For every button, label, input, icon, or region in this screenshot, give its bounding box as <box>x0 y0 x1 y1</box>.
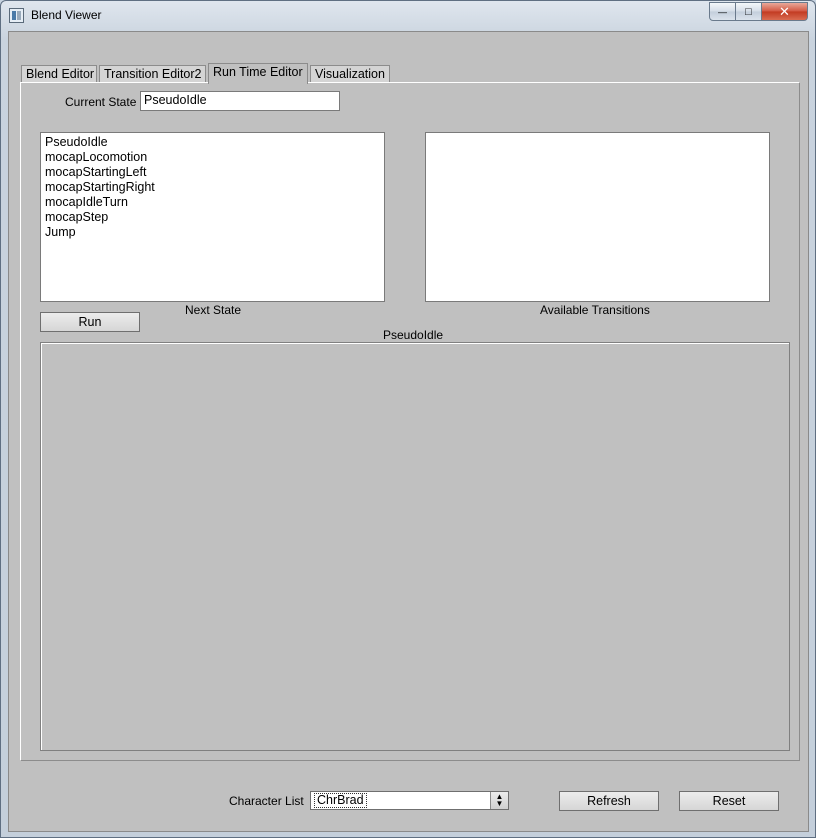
available-transitions-list[interactable] <box>425 132 770 302</box>
app-icon <box>9 8 24 23</box>
tab-transition-editor2[interactable]: Transition Editor2 <box>99 65 206 83</box>
list-item[interactable]: Jump <box>45 225 380 240</box>
close-button[interactable]: ✕ <box>762 2 808 21</box>
character-list-label: Character List <box>229 794 304 808</box>
blend-viewer-window: Blend Viewer — □ ✕ Blend Editor Transiti… <box>0 0 816 838</box>
viewport-title: PseudoIdle <box>383 328 444 342</box>
run-time-editor-panel: Current State PseudoIdle PseudoIdle moca… <box>20 82 800 761</box>
tab-blend-editor[interactable]: Blend Editor <box>21 65 97 83</box>
reset-button[interactable]: Reset <box>679 791 779 811</box>
list-item[interactable]: mocapStep <box>45 210 380 225</box>
tab-visualization[interactable]: Visualization <box>310 65 390 83</box>
maximize-icon: □ <box>745 5 752 18</box>
state-viewport[interactable] <box>40 342 790 751</box>
available-transitions-label: Available Transitions <box>540 303 650 317</box>
title-bar[interactable]: Blend Viewer — □ ✕ <box>1 1 815 31</box>
window-title: Blend Viewer <box>31 8 102 22</box>
character-selected-value: ChrBrad <box>314 793 367 808</box>
refresh-button[interactable]: Refresh <box>559 791 659 811</box>
maximize-button[interactable]: □ <box>736 2 762 21</box>
run-button[interactable]: Run <box>40 312 140 332</box>
minimize-button[interactable]: — <box>709 2 736 21</box>
tab-run-time-editor[interactable]: Run Time Editor <box>208 63 308 84</box>
minimize-icon: — <box>718 6 727 17</box>
list-item[interactable]: mocapStartingRight <box>45 180 380 195</box>
character-list-select[interactable]: ChrBrad ▲ ▼ <box>310 791 509 810</box>
list-item[interactable]: PseudoIdle <box>45 135 380 150</box>
current-state-label: Current State <box>65 95 137 109</box>
list-item[interactable]: mocapIdleTurn <box>45 195 380 210</box>
next-state-list[interactable]: PseudoIdle mocapLocomotion mocapStarting… <box>40 132 385 302</box>
current-state-field[interactable]: PseudoIdle <box>140 91 340 111</box>
caption-buttons: — □ ✕ <box>709 2 808 21</box>
list-item[interactable]: mocapLocomotion <box>45 150 380 165</box>
next-state-label: Next State <box>185 303 242 317</box>
client-area: Blend Editor Transition Editor2 Run Time… <box>8 31 809 832</box>
close-icon: ✕ <box>779 3 790 19</box>
list-item[interactable]: mocapStartingLeft <box>45 165 380 180</box>
updown-arrows-icon[interactable]: ▲ ▼ <box>490 792 508 809</box>
